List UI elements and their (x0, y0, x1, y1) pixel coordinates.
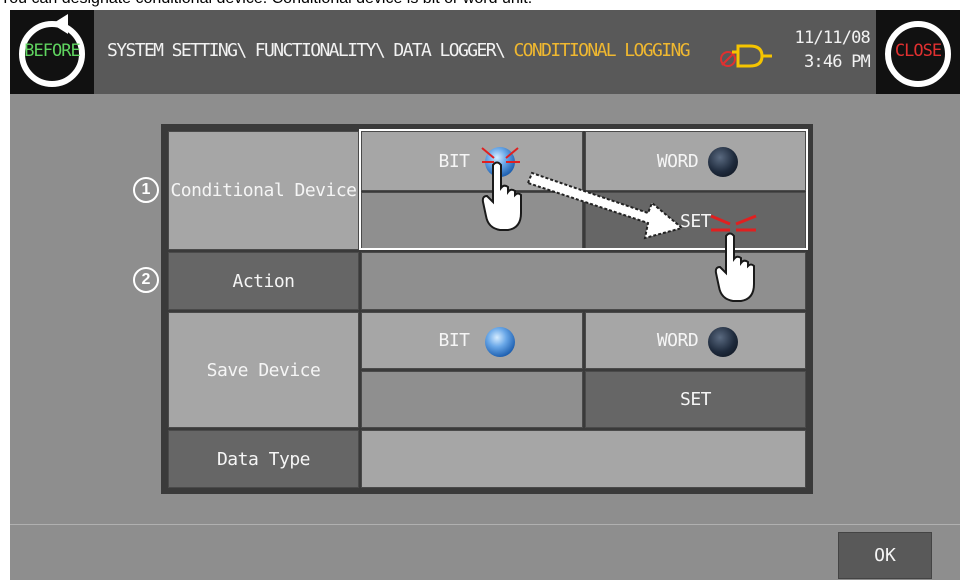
pointer-hand-icon (714, 232, 755, 302)
tutorial-overlay (481, 147, 757, 302)
ok-label: OK (874, 545, 896, 566)
pointer-hand-icon (481, 161, 522, 231)
set-tap-marks-icon (710, 214, 757, 232)
ok-button[interactable]: OK (838, 532, 932, 579)
footer-bar (10, 524, 960, 580)
bit-tap-marks-icon (481, 147, 520, 163)
arrow-icon (526, 171, 685, 240)
